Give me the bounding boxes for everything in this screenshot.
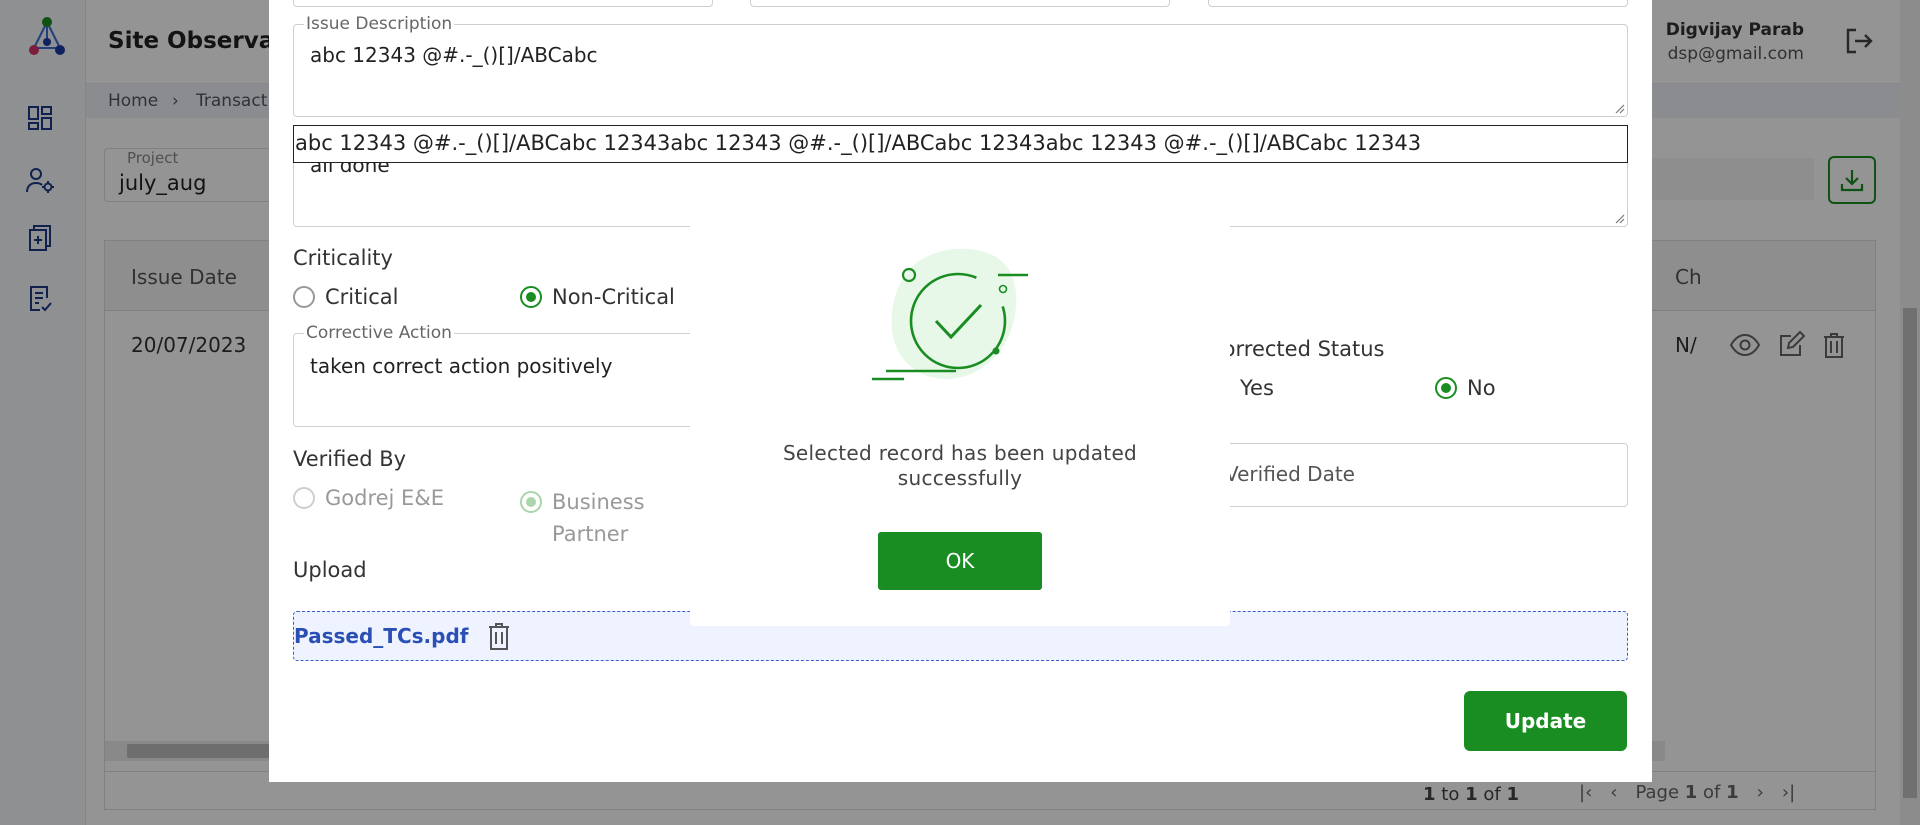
success-modal: Selected record has been updated success… bbox=[690, 199, 1230, 626]
ok-button[interactable]: OK bbox=[878, 532, 1042, 590]
success-check-illustration bbox=[872, 248, 1028, 381]
success-message: Selected record has been updated success… bbox=[782, 441, 1138, 490]
